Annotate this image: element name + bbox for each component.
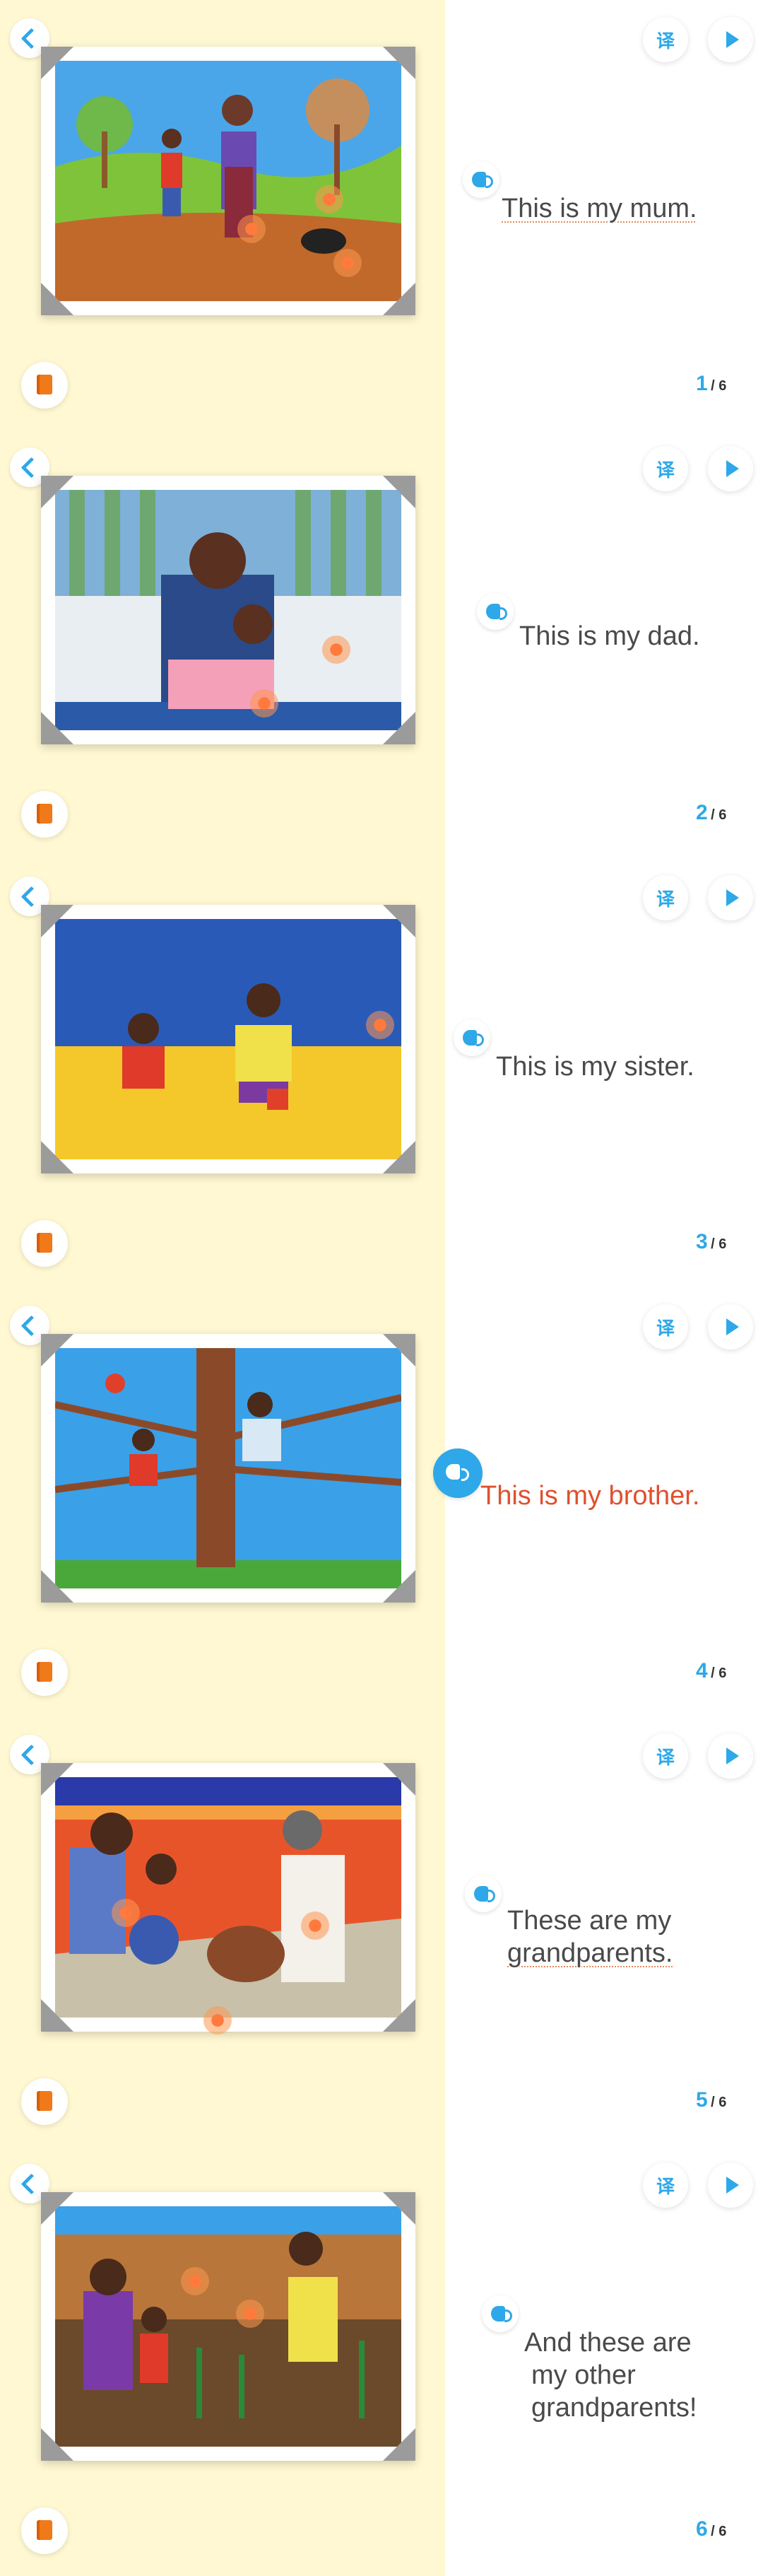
sentence-text[interactable]: This is my mum.	[502, 192, 697, 225]
page-counter: 1 / 6	[696, 372, 727, 395]
page-counter: 4 / 6	[696, 1659, 727, 1682]
photo-frame	[41, 1763, 415, 2035]
play-button[interactable]	[708, 2162, 753, 2208]
speaker-button[interactable]	[454, 1019, 490, 1056]
page-counter: 2 / 6	[696, 801, 727, 824]
story-page-3: 译 This is my sister. 3 / 6	[0, 858, 763, 1287]
sentence-text[interactable]: And these are my other grandparents!	[524, 2326, 697, 2424]
play-icon	[726, 889, 739, 906]
translate-button[interactable]: 译	[643, 2162, 688, 2208]
sentence-line: my other	[531, 2360, 636, 2390]
speaker-button[interactable]	[463, 161, 499, 198]
sentence-text[interactable]: This is my sister.	[496, 1050, 694, 1083]
play-icon	[726, 2177, 739, 2194]
page-counter: 3 / 6	[696, 1230, 727, 1253]
hotspot-marker[interactable]	[333, 249, 362, 277]
sentence-text-highlighted[interactable]: This is my brother.	[480, 1480, 699, 1512]
hotspot-marker[interactable]	[250, 689, 278, 718]
book-icon	[37, 2520, 52, 2540]
translate-button[interactable]: 译	[643, 446, 688, 491]
sentence-line: This is my sister.	[496, 1052, 694, 1082]
sentence-line: And these are	[524, 2328, 692, 2358]
story-page-2: 译 This is my dad. 2 / 6	[0, 429, 763, 858]
page-counter: 6 / 6	[696, 2517, 727, 2541]
page-counter: 5 / 6	[696, 2088, 727, 2112]
hotspot-marker[interactable]	[112, 1899, 140, 1927]
photo-frame	[41, 2192, 415, 2461]
story-page-6: 译 And these are my other grandparents! 6…	[0, 2145, 763, 2575]
book-button[interactable]	[21, 791, 68, 838]
illustration-dad[interactable]	[55, 490, 401, 730]
chevron-left-icon	[20, 886, 42, 908]
chevron-left-icon	[20, 1315, 42, 1337]
photo-frame	[41, 476, 415, 744]
illustration-other-grandparents[interactable]	[55, 2206, 401, 2447]
book-button[interactable]	[21, 2507, 68, 2554]
chevron-left-icon	[20, 2173, 42, 2195]
play-icon	[726, 1747, 739, 1764]
book-icon	[37, 2091, 52, 2111]
photo-frame	[41, 47, 415, 315]
translate-button[interactable]: 译	[643, 1304, 688, 1350]
speaker-button[interactable]	[482, 2295, 519, 2332]
sentence-text[interactable]: This is my dad.	[519, 620, 700, 652]
sentence-line: This is my mum.	[502, 194, 697, 223]
play-button[interactable]	[708, 446, 753, 491]
photo-frame	[41, 1334, 415, 1603]
sentence-text[interactable]: These are my grandparents.	[507, 1904, 673, 1969]
sentence-line: These are my	[507, 1906, 672, 1936]
photo-frame	[41, 905, 415, 1173]
hotspot-marker[interactable]	[366, 1011, 394, 1039]
story-page-4: 译 This is my brother. 4 / 6	[0, 1287, 763, 1716]
sentence-line: grandparents!	[531, 2393, 697, 2423]
speaker-icon	[463, 1030, 477, 1046]
translate-button[interactable]: 译	[643, 875, 688, 920]
speaker-button[interactable]	[477, 593, 514, 630]
sentence-line: This is my dad.	[519, 621, 700, 651]
translate-button[interactable]: 译	[643, 17, 688, 62]
sentence-line: This is my brother.	[480, 1481, 700, 1511]
play-button[interactable]	[708, 875, 753, 920]
book-icon	[37, 1233, 52, 1253]
speaker-icon	[474, 1886, 488, 1902]
hotspot-marker[interactable]	[236, 2300, 264, 2328]
play-icon	[726, 31, 739, 48]
book-button[interactable]	[21, 362, 68, 409]
book-icon	[37, 375, 52, 394]
chevron-left-icon	[20, 28, 42, 49]
hotspot-marker[interactable]	[237, 215, 266, 243]
translate-button[interactable]: 译	[643, 1733, 688, 1779]
play-icon	[726, 1318, 739, 1335]
book-button[interactable]	[21, 1220, 68, 1267]
speaker-icon	[486, 604, 500, 619]
hotspot-marker[interactable]	[203, 2006, 232, 2035]
book-icon	[37, 1662, 52, 1682]
sentence-line: grandparents.	[507, 1938, 673, 1968]
play-button[interactable]	[708, 1304, 753, 1350]
play-button[interactable]	[708, 17, 753, 62]
story-page-5: 译 These are my grandparents. 5 / 6	[0, 1716, 763, 2145]
illustration-grandparents[interactable]	[55, 1777, 401, 2018]
hotspot-marker[interactable]	[315, 185, 343, 213]
speaker-icon	[472, 172, 486, 187]
chevron-left-icon	[20, 1744, 42, 1766]
story-page-1: 译 This is my mum. 1 / 6	[0, 0, 763, 429]
hotspot-marker[interactable]	[322, 636, 350, 664]
hotspot-marker[interactable]	[181, 2267, 209, 2295]
chevron-left-icon	[20, 457, 42, 479]
book-icon	[37, 804, 52, 824]
speaker-button[interactable]	[465, 1875, 502, 1912]
speaker-button-active[interactable]	[433, 1448, 483, 1498]
play-icon	[726, 460, 739, 477]
book-button[interactable]	[21, 2078, 68, 2125]
illustration-brother[interactable]	[55, 1348, 401, 1588]
illustration-sister[interactable]	[55, 919, 401, 1159]
speaker-icon	[446, 1464, 460, 1480]
speaker-icon	[491, 2306, 505, 2322]
hotspot-marker[interactable]	[301, 1911, 329, 1940]
book-button[interactable]	[21, 1649, 68, 1696]
play-button[interactable]	[708, 1733, 753, 1779]
